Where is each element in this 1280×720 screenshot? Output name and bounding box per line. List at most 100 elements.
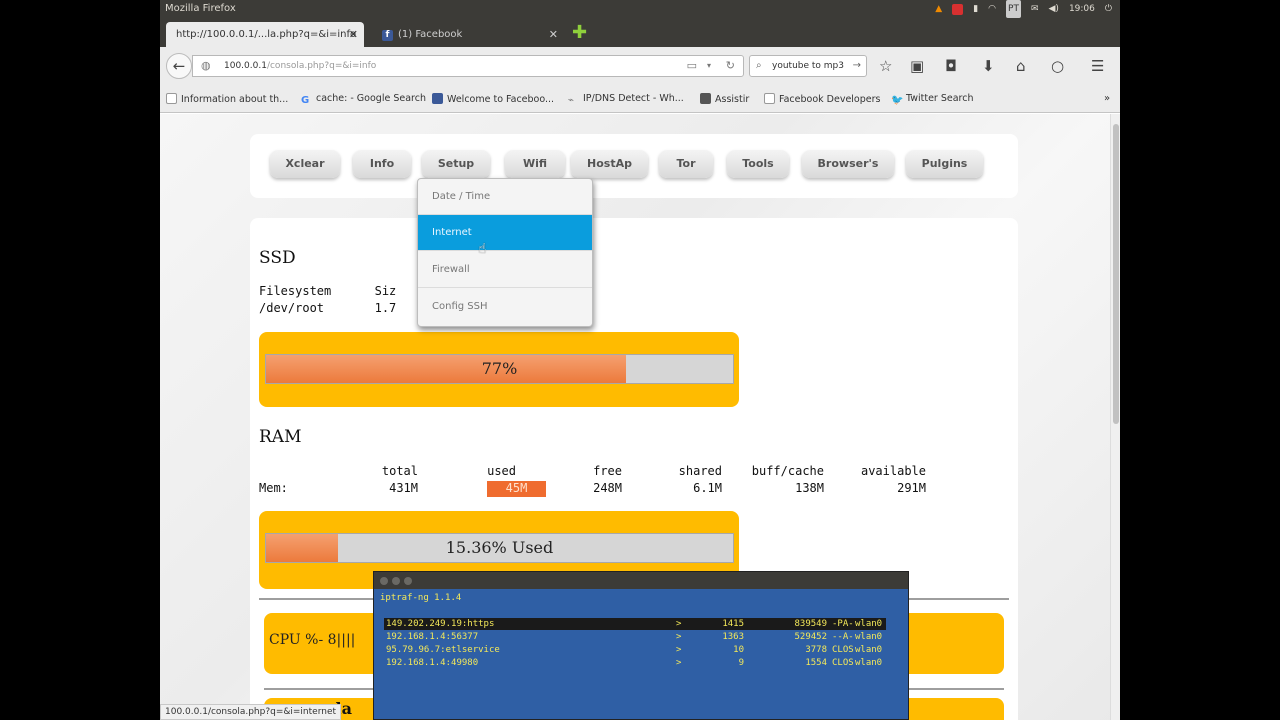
iptraf-iface: wlan0 <box>855 645 883 655</box>
menu-item-date-time[interactable]: Date / Time <box>418 179 592 215</box>
iptraf-flags: -PA- <box>832 619 854 629</box>
search-go-icon[interactable]: → <box>853 56 861 76</box>
bookmark-item[interactable]: 🐦 Twitter Search <box>891 93 974 106</box>
chat-icon[interactable]: ○ <box>1051 57 1064 75</box>
bookmark-item[interactable]: Information about th... <box>166 93 288 105</box>
minimize-window-icon[interactable] <box>392 577 400 585</box>
pocket-icon[interactable]: ◘ <box>945 57 957 75</box>
menu-button-pulgins[interactable]: Pulgins <box>906 150 983 178</box>
iptraf-dir: > <box>676 645 682 655</box>
bookmark-item[interactable]: Gcache: - Google Search <box>301 93 426 106</box>
navigation-bar: ◍ 100.0.0.1/consola.php?q=&i=info ▭ ▾ ↻ … <box>160 47 1120 85</box>
search-value: youtube to mp3 <box>772 61 844 71</box>
wifi-icon[interactable]: ◠ <box>988 0 996 18</box>
menu-button-wifi[interactable]: Wifi <box>505 150 565 178</box>
menu-item-firewall[interactable]: Firewall <box>418 252 592 288</box>
battery-icon[interactable]: ▮ <box>973 0 978 18</box>
power-icon[interactable]: ⏻ <box>1105 0 1112 18</box>
new-tab-plus-icon[interactable]: ✚ <box>572 23 587 43</box>
plug-icon: ⌁ <box>568 95 575 106</box>
menu-button-tor[interactable]: Tor <box>659 150 713 178</box>
ram-row-label: Mem: <box>259 481 288 495</box>
tab-facebook[interactable]: f (1) Facebook ✕ <box>372 22 564 47</box>
iptraf-row[interactable]: 192.168.1.4:49980 >9 1554 CLOS wlan0 <box>384 657 886 669</box>
iptraf-addr: 192.168.1.4:56377 <box>386 632 479 642</box>
tab-strip: http://100.0.0.1/...la.php?q=&i=info ✕ f… <box>160 18 1120 47</box>
terminal-titlebar[interactable] <box>374 572 908 589</box>
bookmark-star-icon[interactable]: ☆ <box>879 57 892 75</box>
close-tab-icon[interactable]: ✕ <box>349 22 358 47</box>
iptraf-bytes: 529452 <box>794 632 827 642</box>
ssd-usage-box: 77% <box>259 332 739 407</box>
ram-header-available: available <box>860 464 926 478</box>
window-titlebar: Mozilla Firefox ▲ ▮ ◠ PT ✉ ◀) 19:06 ⏻ <box>160 0 1120 18</box>
home-icon[interactable]: ⌂ <box>1016 57 1026 75</box>
keyboard-layout-badge[interactable]: PT <box>1006 0 1021 18</box>
search-icon: ⌕ <box>756 60 762 71</box>
bookmark-item[interactable]: Facebook Developers <box>764 93 880 105</box>
iptraf-packets: 1363 <box>722 632 744 642</box>
volume-icon[interactable]: ◀) <box>1049 0 1059 18</box>
iptraf-bytes: 839549 <box>794 619 827 629</box>
iptraf-row[interactable]: 192.168.1.4:56377 >1363 529452 --A-wlan0 <box>384 631 886 643</box>
bookmark-item[interactable]: Assistir <box>700 93 749 105</box>
menu-button-hostap[interactable]: HostAp <box>571 150 648 178</box>
ssd-row-line: /dev/root 1.7 <box>259 301 397 315</box>
menu-button-setup[interactable]: Setup <box>422 150 490 178</box>
iptraf-iface: wlan0 <box>855 632 883 642</box>
iptraf-dir: > <box>676 619 682 629</box>
page-scrollbar[interactable] <box>1110 114 1120 720</box>
menu-button-xclear[interactable]: Xclear <box>270 150 340 178</box>
tab-consola[interactable]: http://100.0.0.1/...la.php?q=&i=info ✕ <box>166 22 364 47</box>
iptraf-bytes: 3778 <box>805 645 827 655</box>
url-bar[interactable]: ◍ 100.0.0.1/consola.php?q=&i=info ▭ ▾ ↻ <box>192 55 744 77</box>
reload-icon[interactable]: ↻ <box>726 56 735 76</box>
menu-button-browser-s[interactable]: Browser's <box>802 150 894 178</box>
iptraf-addr: 149.202.249.19:https <box>386 619 495 629</box>
iptraf-flags: CLOS <box>832 658 854 668</box>
alert-icon[interactable] <box>952 3 964 15</box>
menu-button-info[interactable]: Info <box>353 150 411 178</box>
iptraf-bytes: 1554 <box>805 658 827 668</box>
vlc-icon[interactable]: ▲ <box>935 0 942 18</box>
browser-window: Mozilla Firefox ▲ ▮ ◠ PT ✉ ◀) 19:06 ⏻ ht… <box>160 0 1120 720</box>
status-bar: 100.0.0.1/consola.php?q=&i=internet <box>160 704 342 720</box>
menu-button-tools[interactable]: Tools <box>727 150 789 178</box>
iptraf-dir: > <box>676 632 682 642</box>
clock[interactable]: 19:06 <box>1069 0 1095 18</box>
iptraf-flags: CLOS <box>832 645 854 655</box>
scrollbar-thumb[interactable] <box>1113 124 1119 424</box>
menu-item-internet[interactable]: Internet ☝ <box>418 215 592 257</box>
facebook-icon: f <box>382 30 393 41</box>
chevron-down-icon[interactable]: ▾ <box>707 56 711 76</box>
ram-header-used: used <box>487 464 516 478</box>
reader-view-icon[interactable]: ▭ <box>687 56 697 76</box>
page-icon <box>764 93 775 104</box>
iptraf-row[interactable]: 149.202.249.19:https >1415 839549 -PA-wlan0 <box>384 618 886 630</box>
download-icon[interactable]: ⬇ <box>982 57 995 75</box>
terminal-window[interactable]: iptraf-ng 1.1.4 149.202.249.19:https >141… <box>373 571 909 720</box>
bookmarks-overflow-icon[interactable]: » <box>1104 93 1110 104</box>
mail-icon[interactable]: ✉ <box>1031 0 1039 18</box>
bookmark-item[interactable]: Welcome to Faceboo... <box>432 93 554 105</box>
clipboard-icon[interactable]: ▣ <box>910 57 924 75</box>
iptraf-addr: 192.168.1.4:49980 <box>386 658 479 668</box>
search-bar[interactable]: ⌕ youtube to mp3 → <box>749 55 867 77</box>
ssd-progress-bar: 77% <box>265 354 734 384</box>
iptraf-iface: wlan0 <box>855 658 883 668</box>
hamburger-menu-icon[interactable]: ☰ <box>1091 57 1104 75</box>
iptraf-row[interactable]: 95.79.96.7:etlservice >10 3778 CLOS wlan0 <box>384 644 886 656</box>
maximize-window-icon[interactable] <box>404 577 412 585</box>
close-tab-icon[interactable]: ✕ <box>549 22 558 47</box>
ssd-usage-label: 77% <box>481 359 518 378</box>
url-path: /consola.php?q=&i=info <box>266 61 377 71</box>
back-arrow-icon[interactable]: ← <box>166 53 192 79</box>
ram-progress-bar: 15.36% Used <box>265 533 734 563</box>
close-window-icon[interactable] <box>380 577 388 585</box>
menu-item-config-ssh[interactable]: Config SSH <box>418 289 592 325</box>
bookmark-item[interactable]: ⌁ IP/DNS Detect - Wh... <box>568 93 684 106</box>
iptraf-iface: wlan0 <box>855 619 883 629</box>
ram-title: RAM <box>259 427 302 447</box>
bookmarks-toolbar: Information about th... Gcache: - Google… <box>160 85 1120 113</box>
page-icon <box>166 93 177 104</box>
